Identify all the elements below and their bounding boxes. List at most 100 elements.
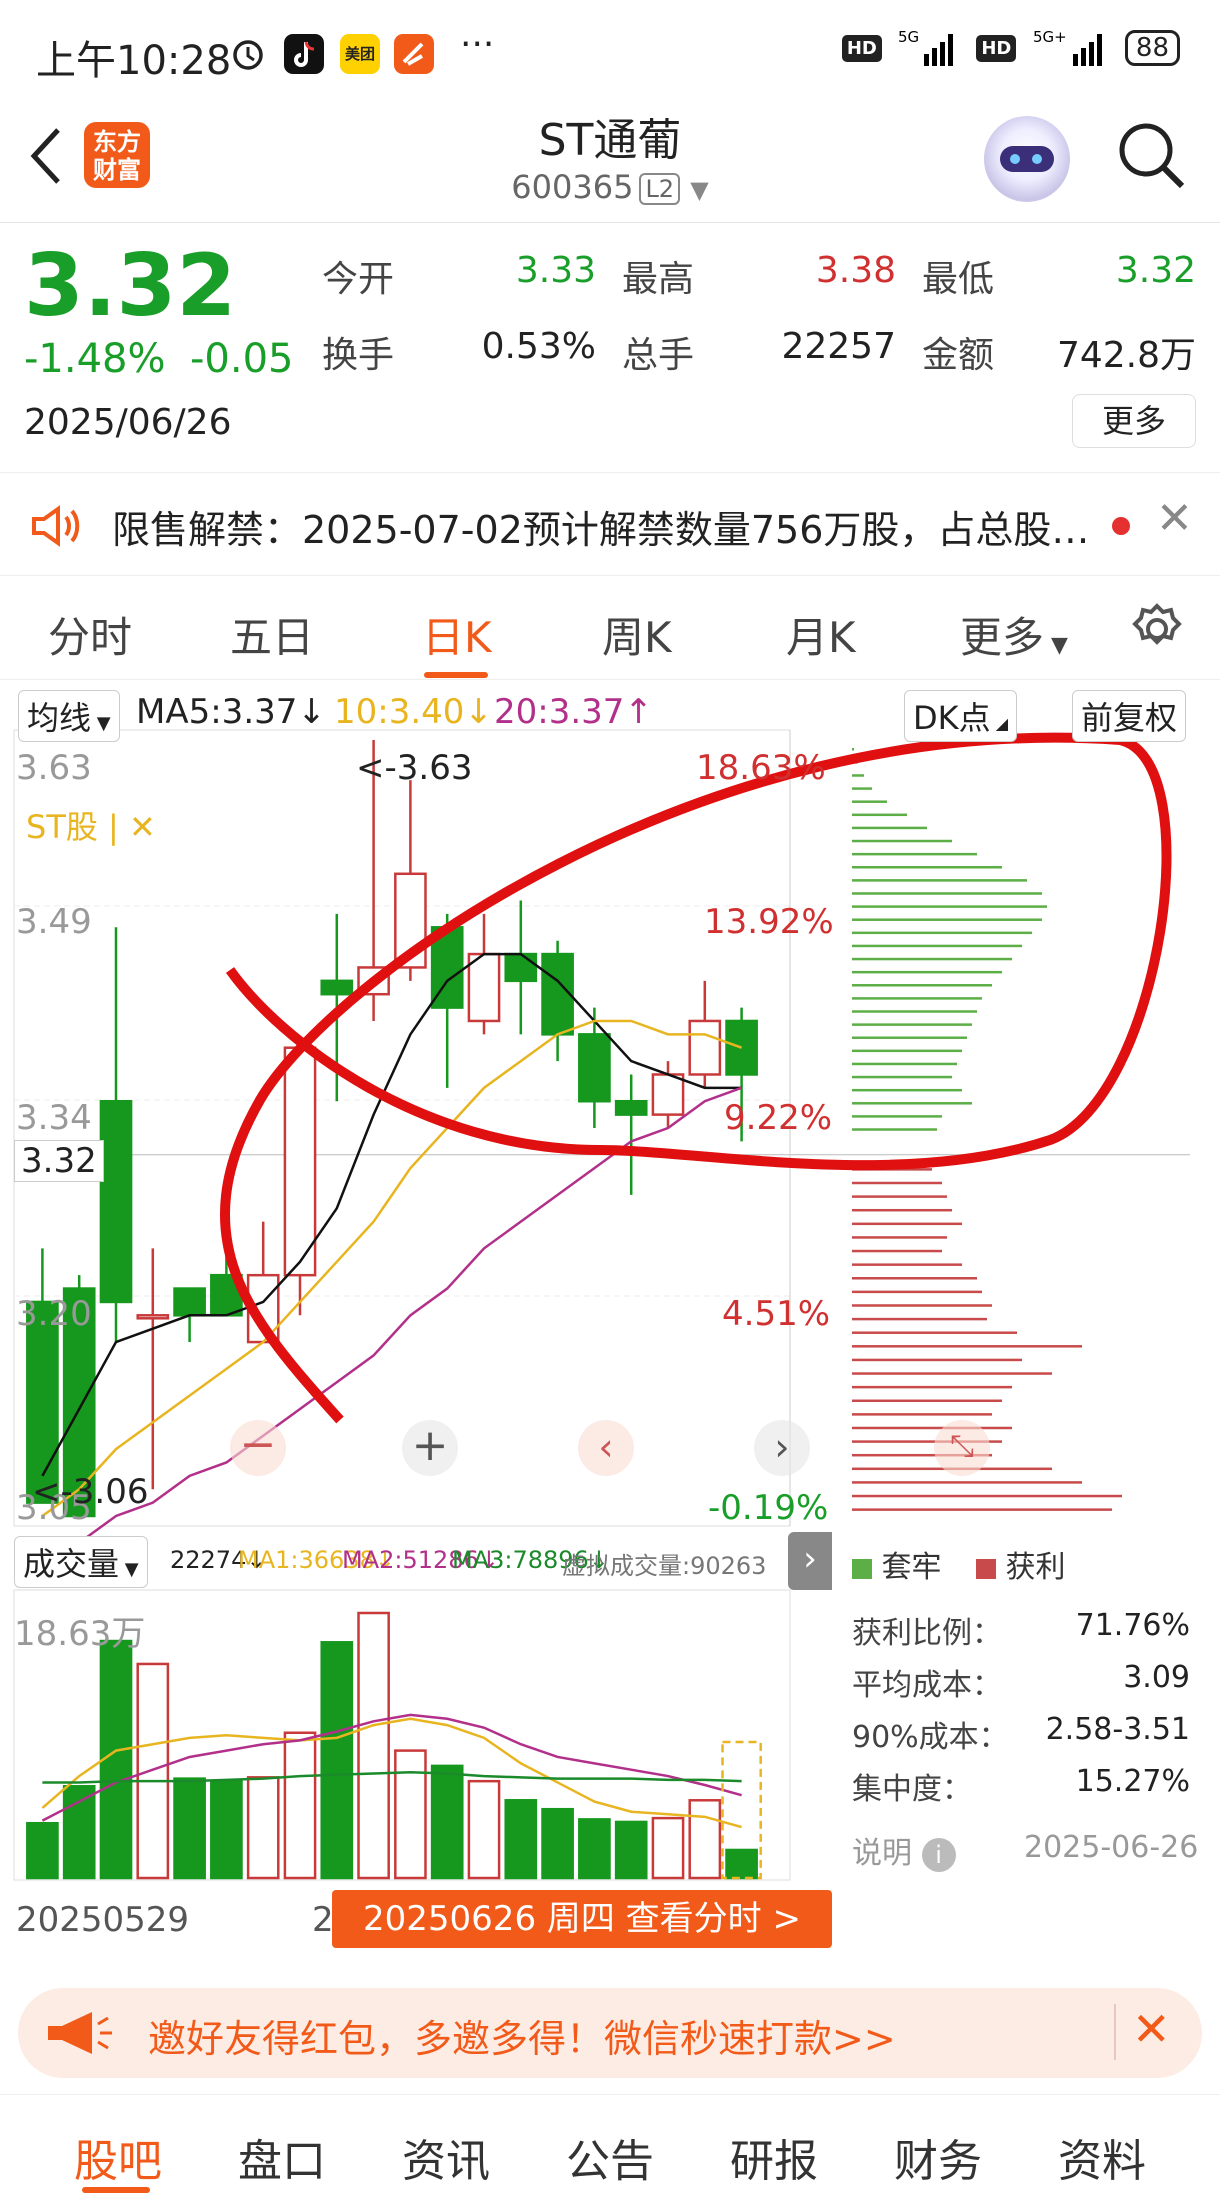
tab-monthly-k[interactable]: 月K [786, 604, 856, 665]
tab-intraday[interactable]: 分时 [48, 604, 132, 665]
assistant-robot-icon[interactable] [984, 116, 1070, 202]
expand-panel-icon[interactable]: › [788, 1532, 832, 1590]
chip-bar-profit [852, 1222, 962, 1226]
expand-icon[interactable]: ⤡ [934, 1420, 990, 1476]
chip-bar-profit [852, 1494, 1122, 1498]
promo-divider [1114, 2004, 1116, 2060]
zoom-out-icon[interactable]: − [230, 1420, 286, 1476]
field-value: 22257 [781, 326, 896, 367]
volume-select-dropdown[interactable]: 成交量 ▼ [14, 1536, 148, 1588]
field-value: 3.32 [1115, 250, 1196, 291]
megaphone-icon [48, 2012, 112, 2054]
price-axis-label: 3.49 [16, 902, 92, 942]
adjust-price-button[interactable]: 前复权 [1072, 690, 1187, 742]
tab-more[interactable]: 更多 ▼ [960, 604, 1068, 665]
view-intraday-button[interactable]: 20250626 周四 查看分时 > [332, 1890, 832, 1948]
active-nav-underline [82, 2187, 150, 2193]
battery-icon: 88 [1124, 30, 1180, 66]
status-right: HD 5G HD 5G+ 88 [841, 28, 1180, 68]
chip-bar-trap [852, 957, 1012, 961]
ma5-value: MA5:3.37↓ [136, 692, 326, 732]
ma10-value: 10:3.40↓ [334, 692, 493, 732]
chip-bar-profit [852, 1290, 982, 1294]
chip-stat-value: 2.58-3.51 [1045, 1712, 1190, 1747]
chip-note[interactable]: 说明 i [852, 1828, 956, 1872]
hand-drawn-circle [220, 732, 1172, 1424]
pct-axis-label: 9.22% [724, 1098, 833, 1138]
notice-unread-dot [1112, 517, 1130, 535]
volume-bar [99, 1639, 133, 1880]
volume-bar [173, 1777, 206, 1880]
tab-five-day[interactable]: 五日 [230, 604, 314, 665]
chip-bar-profit [852, 1372, 1052, 1375]
tab-more-label: 更多 [960, 613, 1045, 662]
chip-bar-profit [852, 1263, 962, 1266]
status-time: 上午10:28 [36, 38, 232, 84]
candle-body [99, 1099, 133, 1304]
nav-announcements[interactable]: 公告 [566, 2125, 654, 2189]
scroll-right-icon[interactable]: › [754, 1420, 810, 1476]
promo-banner[interactable]: 邀好友得红包，多邀多得！微信秒速打款>> ✕ [18, 1988, 1202, 2078]
status-bar: 上午10:28 美团 ··· HD 5G HD 5G+ 88 [0, 0, 1220, 110]
close-promo-icon[interactable]: ✕ [1132, 2002, 1171, 2056]
chip-bar-profit [852, 1413, 992, 1416]
nav-news[interactable]: 资讯 [402, 2125, 490, 2189]
pct-axis-label: 4.51% [722, 1294, 831, 1334]
field-value: 3.33 [515, 250, 596, 291]
chip-bar-trap [852, 944, 1022, 948]
low-marker: <-3.06 [32, 1472, 149, 1512]
pct-axis-label: 13.92% [704, 902, 834, 942]
zoom-in-icon[interactable]: + [402, 1420, 458, 1476]
chip-bar-profit [852, 1481, 1082, 1484]
scroll-left-icon[interactable]: ‹ [578, 1420, 634, 1476]
chip-bar-trap [852, 1115, 942, 1118]
nav-finance[interactable]: 财务 [894, 2125, 982, 2189]
candle-body [688, 1019, 722, 1076]
chip-bar-profit [852, 1236, 947, 1239]
caret-down-icon: ▼ [1044, 633, 1068, 658]
header-divider [0, 222, 1220, 223]
meituan-icon: 美团 [340, 34, 380, 74]
field-label: 总手 [622, 335, 695, 376]
chip-bar-profit [852, 1277, 977, 1280]
chip-stat-label: 集中度： [852, 1772, 972, 1807]
chip-stat-value: 71.76% [1075, 1608, 1190, 1643]
st-tag[interactable]: ST股 | ✕ [26, 802, 156, 848]
chip-bar-profit [852, 1249, 942, 1253]
candle-body [320, 979, 354, 996]
svg-text:5G: 5G [898, 28, 919, 46]
settings-gear-icon[interactable] [1130, 602, 1184, 656]
virtual-volume: 虚拟成交量:90263 [562, 1552, 767, 1580]
nav-profile[interactable]: 资料 [1058, 2125, 1146, 2189]
search-icon[interactable] [1114, 118, 1188, 192]
ma-select-dropdown[interactable]: 均线 ▼ [18, 690, 120, 742]
svg-text:5G+: 5G+ [1033, 28, 1067, 46]
ma20-value: 20:3.37↑ [494, 692, 653, 732]
chip-bar-profit [852, 1385, 1012, 1389]
nav-pankou[interactable]: 盘口 [238, 2125, 326, 2189]
field-label: 金额 [922, 335, 995, 376]
signal-icon: 5G [898, 28, 954, 66]
volume-bar [246, 1776, 280, 1880]
chip-bar-profit [852, 1208, 952, 1212]
dk-point-button[interactable]: DK点 ◢ [904, 690, 1018, 742]
tab-weekly-k[interactable]: 周K [602, 604, 672, 665]
tiktok-icon [284, 34, 324, 74]
notice-bar[interactable]: 限售解禁：2025-07-02预计解禁数量756万股，占总股… ✕ [0, 472, 1220, 576]
nav-guba[interactable]: 股吧 [74, 2125, 162, 2189]
field-value: 0.53% [481, 326, 596, 367]
tab-daily-k[interactable]: 日K [422, 604, 492, 665]
volume-bar [357, 1611, 390, 1880]
nav-research[interactable]: 研报 [730, 2125, 818, 2189]
chip-bar-trap [852, 774, 864, 777]
kline-chart-area[interactable]: 均线 ▼ MA5:3.37↓ 10:3.40↓ 20:3.37↑ DK点 ◢ 前… [0, 680, 1220, 1960]
period-tabs: 分时 五日 日K 周K 月K 更多 ▼ [0, 576, 1220, 680]
chip-bar-trap [852, 931, 1032, 935]
chip-bar-trap [852, 748, 854, 751]
candle-body [504, 952, 538, 983]
chip-bar-trap [852, 1088, 962, 1092]
more-quote-button[interactable]: 更多 [1072, 394, 1196, 448]
close-notice-icon[interactable]: ✕ [1156, 493, 1193, 544]
profit-swatch [976, 1558, 996, 1579]
chip-bar-trap [852, 1075, 952, 1079]
